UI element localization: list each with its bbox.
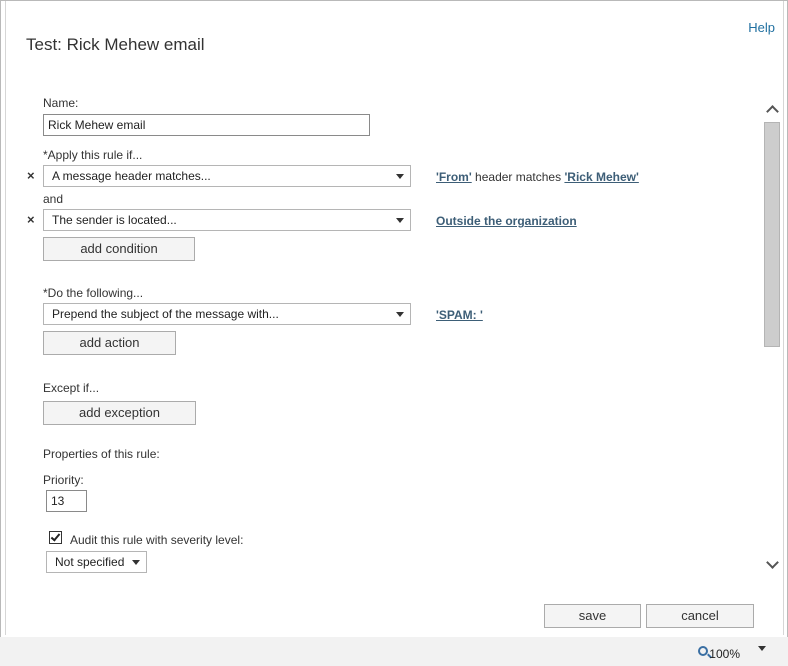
zoom-chevron-down-icon[interactable] [758,646,766,651]
scroll-up-icon[interactable] [766,105,779,118]
add-condition-button[interactable]: add condition [43,237,195,261]
condition-1-select-value: A message header matches... [52,169,211,183]
except-if-label: Except if... [43,381,100,395]
audit-label: Audit this rule with severity level: [70,533,244,547]
header-name-link[interactable]: 'From' [436,170,472,184]
chevron-down-icon [396,218,404,223]
audit-checkbox[interactable] [49,531,62,544]
scroll-down-icon[interactable] [766,556,779,569]
do-following-label: *Do the following... [43,286,144,300]
chevron-down-icon [132,560,140,565]
rule-editor-window: Help Test: Rick Mehew email Name: Rick M… [0,0,788,666]
status-bar [0,637,788,666]
save-button[interactable]: save [544,604,641,628]
condition-1-select[interactable]: A message header matches... [43,165,411,187]
severity-select[interactable]: Not specified [46,551,147,573]
condition-2-select-value: The sender is located... [52,213,177,227]
apply-rule-label: *Apply this rule if... [43,148,143,162]
header-value-link[interactable]: 'Rick Mehew' [564,170,638,184]
right-border [783,1,784,635]
and-label: and [43,192,64,206]
action-summary: 'SPAM: ' [436,308,483,322]
scrollbar-thumb[interactable] [764,122,780,347]
condition-2-select[interactable]: The sender is located... [43,209,411,231]
name-label: Name: [43,96,79,110]
chevron-down-icon [396,174,404,179]
condition-1-summary: 'From' header matches 'Rick Mehew' [436,170,639,184]
left-border [5,1,6,635]
chevron-down-icon [396,312,404,317]
prepend-text-link[interactable]: 'SPAM: ' [436,308,483,322]
help-link[interactable]: Help [748,20,775,35]
add-action-button[interactable]: add action [43,331,176,355]
severity-select-value: Not specified [55,555,125,569]
name-input[interactable]: Rick Mehew email [43,114,370,136]
page-title: Test: Rick Mehew email [26,35,205,54]
add-exception-button[interactable]: add exception [43,401,196,425]
checkmark-icon [50,531,61,542]
remove-condition-1-icon[interactable]: × [27,169,35,183]
zoom-icon [698,646,708,656]
sender-location-link[interactable]: Outside the organization [436,214,577,228]
condition-1-summary-text: header matches [471,170,565,184]
priority-label: Priority: [43,473,84,487]
properties-label: Properties of this rule: [43,447,160,461]
zoom-level[interactable]: 100% [709,647,740,661]
action-select-value: Prepend the subject of the message with.… [52,307,279,321]
cancel-button[interactable]: cancel [646,604,754,628]
remove-condition-2-icon[interactable]: × [27,213,35,227]
action-select[interactable]: Prepend the subject of the message with.… [43,303,411,325]
condition-2-summary: Outside the organization [436,214,577,228]
priority-input[interactable]: 13 [46,490,87,512]
